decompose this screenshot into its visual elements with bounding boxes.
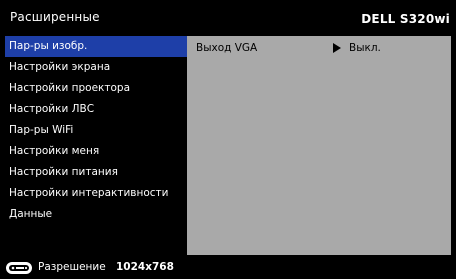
sidebar-menu: Пар-ры изобр. Настройки экрана Настройки… <box>5 36 187 255</box>
remote-control-icon <box>6 262 32 274</box>
menu-title: Расширенные <box>10 10 100 24</box>
right-arrow-icon[interactable] <box>333 43 341 53</box>
sidebar-item-projector-settings[interactable]: Настройки проектора <box>5 78 187 99</box>
resolution-label: Разрешение <box>38 261 106 273</box>
brand-model: DELL S320wi <box>361 12 450 26</box>
sidebar-item-information[interactable]: Данные <box>5 204 187 225</box>
sidebar-item-wifi-settings[interactable]: Пар-ры WiFi <box>5 120 187 141</box>
status-bar: Разрешение 1024x768 <box>0 256 456 279</box>
sidebar-item-menu-settings[interactable]: Настройки меня <box>5 141 187 162</box>
sidebar-item-picture-settings[interactable]: Пар-ры изобр. <box>5 36 187 57</box>
settings-panel: Выход VGA Выкл. <box>187 36 451 255</box>
sidebar-item-interactive-settings[interactable]: Настройки интерактивности <box>5 183 187 204</box>
menu-header: Расширенные DELL S320wi <box>0 0 456 36</box>
sidebar-item-display-settings[interactable]: Настройки экрана <box>5 57 187 78</box>
resolution-value: 1024x768 <box>116 261 174 273</box>
vga-output-label: Выход VGA <box>196 42 258 54</box>
vga-output-value[interactable]: Выкл. <box>349 42 381 54</box>
sidebar-item-lan-settings[interactable]: Настройки ЛВС <box>5 99 187 120</box>
sidebar-item-power-settings[interactable]: Настройки питания <box>5 162 187 183</box>
